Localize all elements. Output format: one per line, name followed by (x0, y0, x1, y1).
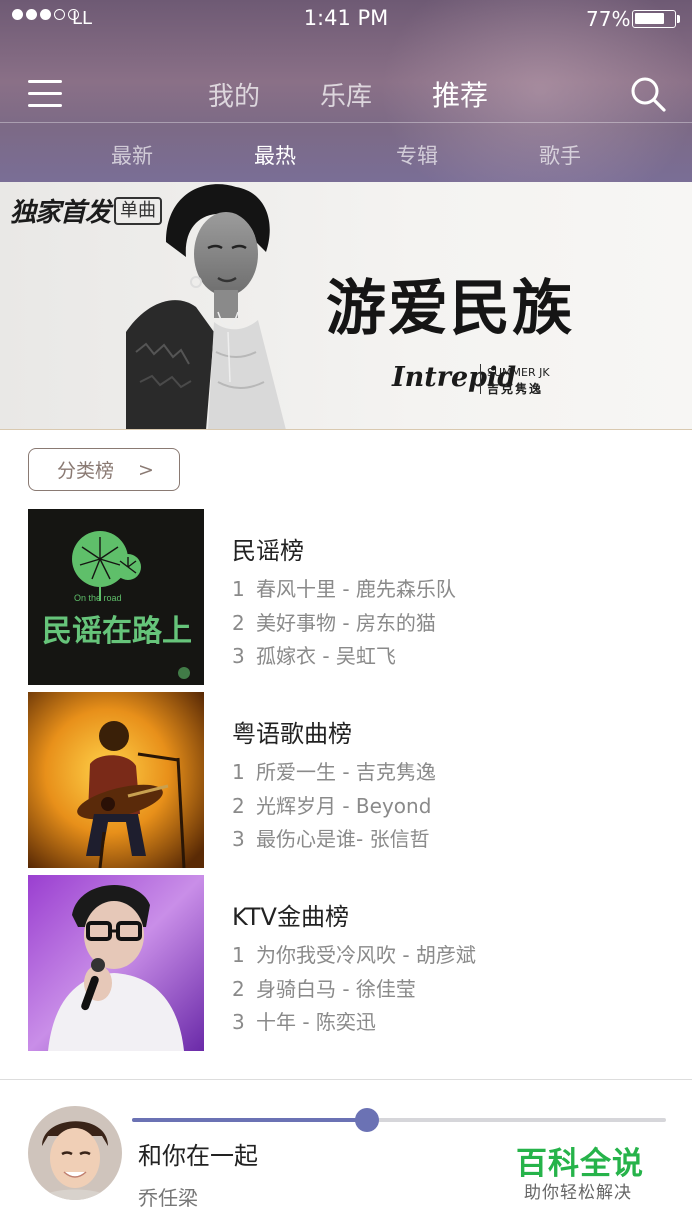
track-text: 为你我受冷风吹 - 胡彦斌 (256, 943, 476, 967)
track-rank: 3 (232, 1010, 245, 1034)
brand-separator (480, 364, 481, 394)
artist-name-cn: 吉克隽逸 (487, 382, 544, 396)
watermark-slogan: 助你轻松解决 (524, 1183, 632, 1203)
search-icon[interactable] (630, 76, 666, 112)
subtab-singer[interactable]: 歌手 (539, 140, 581, 170)
singer-portrait-image (126, 184, 286, 429)
track-text: 身骑白马 - 徐佳莹 (256, 977, 416, 1001)
chart-track-1[interactable]: 1 为你我受冷风吹 - 胡彦斌 (232, 939, 476, 968)
watermark-logo: 百科全说 (516, 1146, 644, 1182)
track-text: 春风十里 - 鹿先森乐队 (256, 577, 456, 601)
badge-text: 独家首发 (10, 198, 111, 228)
track-rank: 2 (232, 794, 245, 818)
progress-thumb[interactable] (354, 1108, 379, 1132)
mini-player: 和你在一起 乔任梁 百科全说 助你轻松解决 (0, 1080, 692, 1230)
progress-fill (132, 1118, 367, 1122)
category-button-label: 分类榜 (57, 460, 115, 482)
album-title: 游爱民族 (326, 274, 574, 344)
chart-item-cantonese[interactable]: 粤语歌曲榜 1 所爱一生 - 吉克隽逸 2 光辉岁月 - Beyond 3 最伤心是谁… (28, 692, 668, 868)
tab-recommend[interactable]: 推荐 (432, 74, 488, 114)
cover-text: 民谣在路上 (42, 614, 192, 649)
category-chart-button[interactable]: 分类榜 > (28, 448, 180, 491)
track-rank: 2 (232, 977, 245, 1001)
chart-track-1[interactable]: 1 春风十里 - 鹿先森乐队 (232, 573, 456, 602)
now-playing-title: 和你在一起 (138, 1142, 258, 1170)
progress-bar[interactable] (132, 1108, 666, 1132)
menu-icon[interactable] (28, 80, 62, 108)
chart-track-3[interactable]: 3 孤嫁衣 - 吴虹飞 (232, 640, 396, 669)
battery-percent: 77% (586, 7, 631, 31)
chart-cover-folk: On the road 民谣在路上 (28, 509, 204, 685)
chart-track-2[interactable]: 2 身骑白马 - 徐佳莹 (232, 973, 416, 1002)
track-text: 孤嫁衣 - 吴虹飞 (256, 644, 396, 668)
track-text: 十年 - 陈奕迅 (256, 1010, 376, 1034)
chevron-right-icon: > (138, 458, 154, 481)
tab-library[interactable]: 乐库 (320, 76, 372, 113)
subtab-hottest[interactable]: 最热 (254, 140, 296, 170)
artist-name-en: SUMMER JK (487, 366, 550, 379)
track-rank: 3 (232, 644, 245, 668)
chart-item-ktv[interactable]: KTV金曲榜 1 为你我受冷风吹 - 胡彦斌 2 身骑白马 - 徐佳莹 3 十年 - … (28, 875, 668, 1051)
top-nav: 我的 乐库 推荐 (0, 62, 692, 122)
chart-track-3[interactable]: 3 十年 - 陈奕迅 (232, 1006, 376, 1035)
chart-track-2[interactable]: 2 光辉岁月 - Beyond (232, 790, 431, 819)
track-text: 所爱一生 - 吉克隽逸 (256, 760, 436, 784)
app-header: LL 1:41 PM 77% 我的 乐库 推荐 最新 最热 专辑 歌手 (0, 0, 692, 182)
subtab-album[interactable]: 专辑 (396, 140, 438, 170)
header-divider (0, 122, 692, 123)
battery-tip (677, 15, 680, 23)
chart-title: 民谣榜 (232, 537, 304, 565)
battery-fill (635, 13, 665, 24)
track-rank: 3 (232, 827, 245, 851)
status-bar: LL 1:41 PM 77% (0, 0, 692, 40)
chart-cover-ktv (28, 875, 204, 1051)
now-playing-artist: 乔任梁 (138, 1186, 198, 1210)
battery-icon (632, 10, 676, 28)
track-rank: 1 (232, 943, 245, 967)
chart-track-3[interactable]: 3 最伤心是谁- 张信哲 (232, 823, 430, 852)
chart-item-folk[interactable]: On the road 民谣在路上 民谣榜 1 春风十里 - 鹿先森乐队 2 美好事… (28, 509, 668, 685)
chart-cover-cantonese (28, 692, 204, 868)
sub-nav: 最新 最热 专辑 歌手 (0, 124, 692, 182)
chart-title: 粤语歌曲榜 (232, 720, 352, 748)
track-text: 光辉岁月 - Beyond (256, 794, 432, 818)
track-rank: 1 (232, 760, 245, 784)
cover-subtext: On the road (74, 593, 122, 603)
artist-avatar[interactable] (28, 1106, 122, 1200)
subtab-newest[interactable]: 最新 (111, 140, 153, 170)
track-rank: 2 (232, 611, 245, 635)
tab-mine[interactable]: 我的 (208, 76, 260, 113)
chart-title: KTV金曲榜 (232, 903, 349, 931)
featured-banner[interactable]: 独家首发 单曲 游爱民族 Intrepid SUMMER JK 吉克隽逸 (0, 182, 692, 430)
chart-track-2[interactable]: 2 美好事物 - 房东的猫 (232, 607, 436, 636)
chart-track-1[interactable]: 1 所爱一生 - 吉克隽逸 (232, 756, 436, 785)
track-text: 最伤心是谁- 张信哲 (256, 827, 430, 851)
track-text: 美好事物 - 房东的猫 (256, 611, 436, 635)
track-rank: 1 (232, 577, 245, 601)
